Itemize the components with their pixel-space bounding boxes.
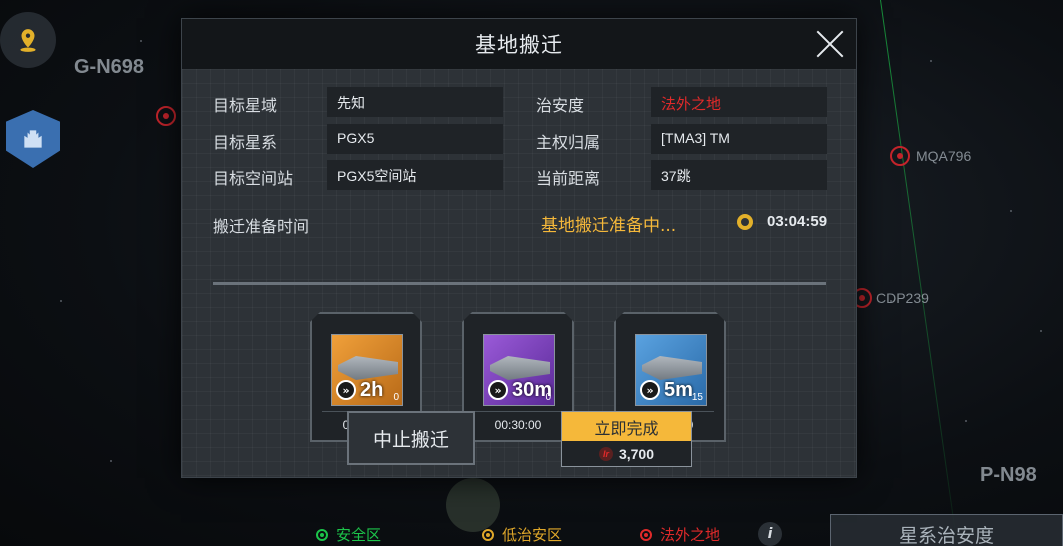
info-icon[interactable]: i (758, 522, 782, 546)
item-amount: 5m (664, 379, 693, 401)
prep-time-remaining: 03:04:59 (767, 213, 828, 230)
legend-lawless: 法外之地 (640, 524, 720, 545)
item-amount: 2h (360, 379, 384, 401)
legend-label: 低治安区 (502, 526, 563, 544)
iridium-currency-icon: Ir (598, 446, 613, 461)
legend-dot-icon (640, 528, 652, 541)
dialog-title: 基地搬迁 (475, 33, 563, 57)
info-row: 目标星系 PGX5 主权归属 [TMA3] TM (182, 124, 856, 154)
map-system-label[interactable]: CDP239 (876, 290, 929, 306)
item-count: 0 (545, 392, 551, 403)
location-pin-icon (20, 29, 36, 52)
map-system-label[interactable]: G-N698 (74, 56, 144, 79)
legend-safe: 安全区 (316, 524, 381, 545)
field-label: 主权归属 (536, 133, 601, 152)
item-count: 15 (691, 392, 703, 403)
info-row: 目标空间站 PGX5空间站 当前距离 37跳 (182, 160, 856, 190)
dialog-header: 基地搬迁 (182, 19, 856, 69)
field-label: 治安度 (536, 96, 585, 115)
alarm-clock-icon (737, 214, 753, 230)
speed-up-icon: » (640, 380, 660, 400)
prep-progress-bar (213, 282, 826, 285)
field-label: 目标星域 (213, 96, 278, 115)
abort-relocation-button[interactable]: 中止搬迁 (347, 411, 475, 465)
target-system-value: PGX5 (327, 124, 503, 154)
legend-dot-icon (316, 528, 328, 541)
item-art: » 2h 0 (331, 334, 403, 406)
finish-cost: Ir 3,700 (562, 441, 691, 466)
map-system-label[interactable]: P-N98 (980, 464, 1037, 487)
field-label: 目标空间站 (213, 169, 294, 188)
item-count: 0 (393, 392, 399, 403)
alliance-shield-icon[interactable] (6, 110, 60, 168)
item-art: » 5m 15 (635, 334, 707, 406)
target-region-value: 先知 (327, 87, 503, 117)
dialog-body: 目标星域 先知 治安度 法外之地 目标星系 PGX5 主权归属 [TMA3] T… (182, 69, 856, 477)
relocation-dialog: 基地搬迁 目标星域 先知 治安度 法外之地 目标星系 PGX5 主权归属 [TM… (181, 18, 857, 478)
map-system-label[interactable]: MQA796 (916, 148, 971, 164)
info-row: 目标星域 先知 治安度 法外之地 (182, 87, 856, 117)
close-icon[interactable] (816, 30, 844, 58)
instant-finish-button[interactable]: 立即完成 Ir 3,700 (561, 411, 692, 467)
speed-up-icon: » (336, 380, 356, 400)
speed-up-icon: » (488, 380, 508, 400)
accelerator-item[interactable]: » 30m 0 00:30:00 (462, 312, 574, 442)
location-pin-button[interactable] (0, 12, 56, 68)
item-duration: 00:30:00 (494, 418, 542, 432)
map-system-node[interactable] (890, 146, 910, 166)
legend-label: 安全区 (336, 526, 382, 544)
legend-label: 法外之地 (660, 526, 721, 544)
field-label: 目标星系 (213, 133, 278, 152)
prep-row: 搬迁准备时间 基地搬迁准备中... 03:04:59 (213, 211, 827, 237)
field-label: 当前距离 (536, 169, 601, 188)
finish-label: 立即完成 (562, 412, 691, 441)
divider (474, 411, 562, 412)
legend-dot-icon (482, 528, 494, 541)
prep-label: 搬迁准备时间 (213, 217, 310, 236)
item-art: » 30m 0 (483, 334, 555, 406)
security-value: 法外之地 (651, 87, 827, 117)
map-route-line (880, 0, 957, 541)
finish-cost-value: 3,700 (618, 445, 655, 462)
distance-value: 37跳 (651, 160, 827, 190)
sovereignty-value: [TMA3] TM (651, 124, 827, 154)
map-system-node[interactable] (156, 106, 176, 126)
target-station-value: PGX5空间站 (327, 160, 503, 190)
prep-status: 基地搬迁准备中... (541, 216, 677, 236)
legend-lowsec: 低治安区 (482, 524, 562, 545)
security-level-tab[interactable]: 星系治安度 (830, 514, 1063, 546)
